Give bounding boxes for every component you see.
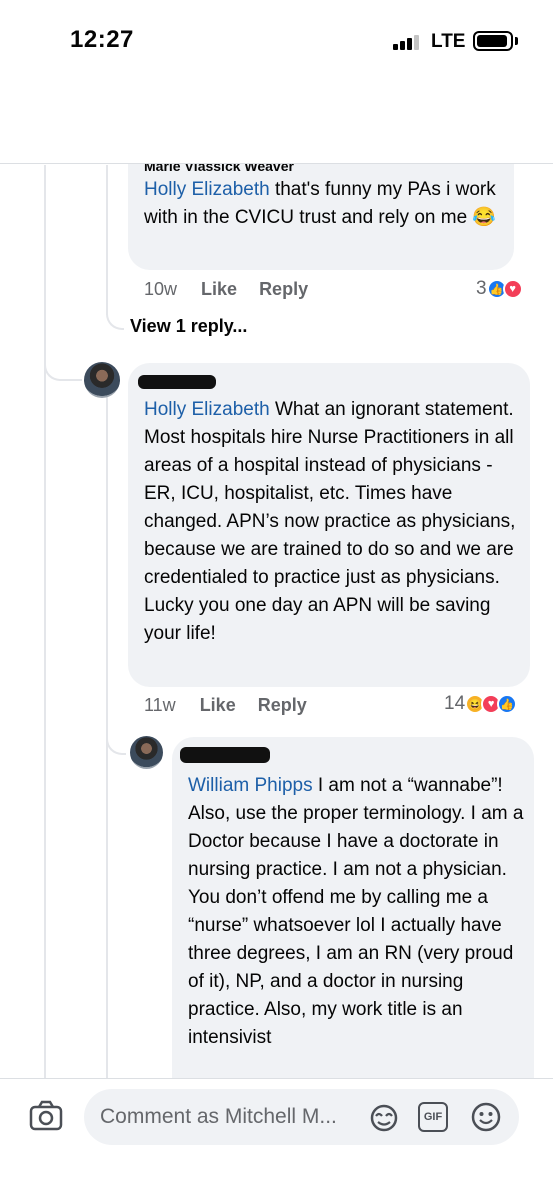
comment-placeholder: Comment as Mitchell M...	[100, 1105, 337, 1128]
mention-link[interactable]: Holly Elizabeth	[144, 399, 270, 420]
like-link[interactable]: Like	[200, 695, 236, 716]
comment-input[interactable]: Comment as Mitchell M... GIF	[84, 1089, 519, 1145]
status-time: 12:27	[70, 26, 134, 53]
chevron-left-icon	[24, 108, 40, 136]
comment-bubble[interactable]: William Phipps I am not a “wannabe”! Als…	[172, 737, 534, 1078]
comment-text: William Phipps I am not a “wannabe”! Als…	[188, 775, 524, 1048]
avatar-sticker-button[interactable]	[368, 1102, 400, 1132]
camera-button[interactable]	[28, 1099, 64, 1133]
love-icon: ♥	[502, 279, 523, 299]
signal-icon	[393, 34, 423, 50]
comment-composer: Comment as Mitchell M... GIF	[0, 1078, 553, 1200]
reaction-summary[interactable]: 14 😆 ♥ 👍	[444, 693, 518, 715]
thread-connector	[106, 725, 126, 755]
commenter-avatar[interactable]	[84, 362, 120, 398]
battery-icon	[473, 31, 513, 51]
camera-icon	[29, 1100, 63, 1131]
page-title[interactable]: Dr. G the NP	[136, 97, 247, 119]
redacted-author	[180, 747, 270, 763]
comment-time: 11w	[144, 695, 176, 715]
reaction-count: 14	[444, 693, 466, 714]
comment-bubble[interactable]: Holly Elizabeth What an ignorant stateme…	[128, 363, 530, 687]
redacted-author	[138, 375, 216, 389]
comment-time: 10w	[144, 279, 178, 299]
more-options-button[interactable]	[500, 112, 534, 132]
gif-button[interactable]: GIF	[418, 1102, 448, 1132]
comment-meta: 10w Like Reply	[144, 279, 330, 300]
status-bar: 12:27 LTE	[0, 0, 553, 84]
comment-bubble[interactable]: Holly Elizabeth that's funny my PAs i wo…	[128, 140, 514, 270]
thread-connector	[106, 300, 124, 330]
mention-link[interactable]: William Phipps	[188, 775, 313, 796]
back-button[interactable]	[14, 102, 54, 142]
thread-line	[44, 165, 46, 1078]
reaction-count: 3	[476, 278, 487, 299]
reply-link[interactable]: Reply	[258, 695, 307, 716]
smiley-icon	[471, 1102, 501, 1132]
like-link[interactable]: Like	[201, 279, 237, 300]
network-label: LTE	[431, 31, 466, 52]
comment-meta: 11w Like Reply	[144, 695, 329, 716]
comment-author[interactable]: Marie Vlassick Weaver	[144, 164, 294, 174]
comment-text: Holly Elizabeth What an ignorant stateme…	[144, 399, 516, 644]
thread-connector	[44, 345, 82, 381]
comment-text: Holly Elizabeth that's funny my PAs i wo…	[144, 179, 497, 228]
view-replies-link[interactable]: View 1 reply...	[130, 316, 247, 337]
reply-link[interactable]: Reply	[259, 279, 308, 300]
commenter-avatar[interactable]	[130, 736, 163, 769]
mention-link[interactable]: Holly Elizabeth	[144, 179, 270, 200]
page-avatar[interactable]	[67, 96, 124, 153]
like-icon: 👍	[497, 694, 518, 714]
dot-icon	[500, 119, 506, 125]
avatar-sticker-icon	[370, 1104, 398, 1132]
thread-line-reply	[106, 165, 108, 315]
reaction-summary[interactable]: 3 👍 ♥	[476, 278, 523, 300]
emoji-button[interactable]	[470, 1101, 502, 1133]
